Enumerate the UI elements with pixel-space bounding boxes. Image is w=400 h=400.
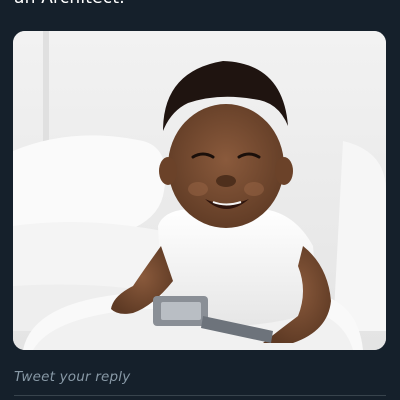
- tweet-media-photo[interactable]: [13, 31, 386, 350]
- reply-input-underline: [14, 395, 386, 396]
- photo-baby-smiling-icon: [13, 31, 386, 350]
- tweet-detail-screen: an Architect.: [0, 0, 400, 400]
- tweet-text: an Architect.: [14, 0, 125, 8]
- reply-input[interactable]: Tweet your reply: [14, 368, 386, 392]
- reply-composer[interactable]: Tweet your reply: [0, 351, 400, 400]
